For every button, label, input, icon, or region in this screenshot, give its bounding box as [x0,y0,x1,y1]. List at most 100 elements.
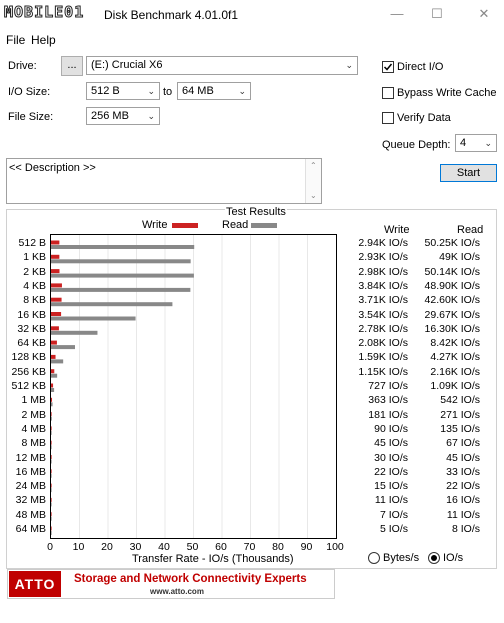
io-size-label: 4 MB [21,422,46,435]
io-radio-label: IO/s [443,552,464,564]
file-size-select[interactable]: 256 MB ⌄ [86,107,160,125]
io-size-label: 32 MB [15,494,46,507]
io-size-from-value: 512 B [91,85,120,97]
window-title: Disk Benchmark 4.01.0f1 [104,8,239,22]
io-size-from-select[interactable]: 512 B ⌄ [86,82,160,100]
write-bar [51,526,52,531]
write-value: 363 IO/s [368,394,408,407]
verify-data-checkbox[interactable] [382,112,394,124]
x-tick-label: 60 [215,541,227,553]
io-size-label: 12 MB [15,451,46,464]
write-value: 90 IO/s [374,422,408,435]
minimize-icon[interactable]: — [387,4,407,24]
maximize-icon[interactable]: ☐ [427,4,447,24]
read-value: 67 IO/s [446,437,480,450]
description-text: << Description >> [9,162,96,174]
write-value: 11 IO/s [374,494,408,507]
io-size-to-value: 64 MB [182,85,214,97]
read-bar [51,259,191,264]
read-value: 1.09K IO/s [430,380,480,392]
bytes-radio[interactable] [368,552,380,564]
read-value: 11 IO/s [446,508,480,521]
io-size-label: 1 MB [21,394,46,407]
read-value: 542 IO/s [440,394,480,407]
io-radio[interactable] [428,552,440,564]
write-bar [51,354,56,359]
write-value: 2.94K IO/s [358,237,408,249]
write-bar [51,369,55,374]
browse-button[interactable]: ... [61,56,83,76]
read-value: 29.67K IO/s [424,308,480,321]
write-value: 5 IO/s [379,523,408,535]
read-value: 49K IO/s [439,251,480,264]
watermark-logo: MOBILE01 [3,3,85,22]
io-size-label: 32 KB [17,322,46,335]
queue-depth-label: Queue Depth: [382,139,451,151]
read-bar [51,473,52,478]
io-size-label: 1 KB [23,251,46,264]
read-bar [51,488,52,493]
file-size-label: File Size: [8,111,54,123]
menu-file[interactable]: File [6,33,25,47]
write-bar [51,440,52,445]
read-bar [51,373,58,378]
verify-data-label: Verify Data [397,112,451,124]
legend-read-swatch [251,223,277,228]
write-bar [51,312,62,316]
io-size-label: 16 KB [17,308,46,321]
bypass-write-cache-label: Bypass Write Cache [397,87,497,99]
write-bar [51,326,59,331]
menu-help[interactable]: Help [31,33,56,47]
atto-url[interactable]: www.atto.com [150,587,204,596]
description-textarea[interactable]: << Description >> ⌃ ⌄ [6,158,322,204]
drive-select[interactable]: (E:) Crucial X6 ⌄ [86,56,358,75]
bypass-write-cache-checkbox[interactable] [382,87,394,99]
start-button[interactable]: Start [440,164,497,182]
io-size-to-label: to [163,86,173,98]
read-column-header: Read [457,224,484,236]
legend-write-swatch [172,223,198,228]
bytes-radio-label: Bytes/s [383,552,420,564]
write-bar [51,297,62,302]
direct-io-checkbox[interactable] [382,61,394,73]
write-bar [51,412,52,417]
io-size-to-select[interactable]: 64 MB ⌄ [177,82,251,100]
chevron-down-icon: ⌄ [345,60,353,70]
write-value: 30 IO/s [374,451,408,464]
queue-depth-value: 4 [460,137,467,149]
file-size-value: 256 MB [91,110,129,122]
legend-write-label: Write [142,219,168,231]
write-value: 3.54K IO/s [358,308,408,321]
write-bar [51,426,52,431]
io-size-label: 8 MB [21,437,46,450]
scroll-up-icon: ⌃ [310,161,317,170]
read-bar [51,345,75,350]
read-bar [51,245,195,249]
description-scrollbar[interactable]: ⌃ ⌄ [305,159,321,203]
write-bar [51,383,54,388]
write-bar [51,483,52,488]
queue-depth-select[interactable]: 4 ⌄ [455,134,497,152]
read-value: 50.14K IO/s [424,265,480,278]
results-title: Test Results [225,206,287,218]
write-value: 7 IO/s [379,508,408,521]
x-axis-label: Transfer Rate - IO/s (Thousands) [132,553,294,565]
io-size-label: 64 MB [15,523,46,535]
io-size-label: 512 B [18,237,46,249]
close-icon[interactable]: ✕ [474,4,494,24]
scroll-down-icon: ⌄ [310,191,317,200]
read-value: 22 IO/s [446,480,480,493]
radio-selected-dot [431,555,437,561]
io-size-label: 512 KB [11,380,46,392]
results-chart-svg [51,235,308,538]
read-value: 16 IO/s [446,494,480,507]
write-value: 727 IO/s [368,380,408,392]
read-value: 8 IO/s [451,523,480,535]
read-bar [51,316,136,321]
write-bar [51,397,53,402]
write-value: 3.71K IO/s [358,294,408,307]
write-value: 2.08K IO/s [358,337,408,350]
atto-logo: ATTO [9,571,61,597]
direct-io-label: Direct I/O [397,61,444,73]
write-value: 45 IO/s [374,437,408,450]
